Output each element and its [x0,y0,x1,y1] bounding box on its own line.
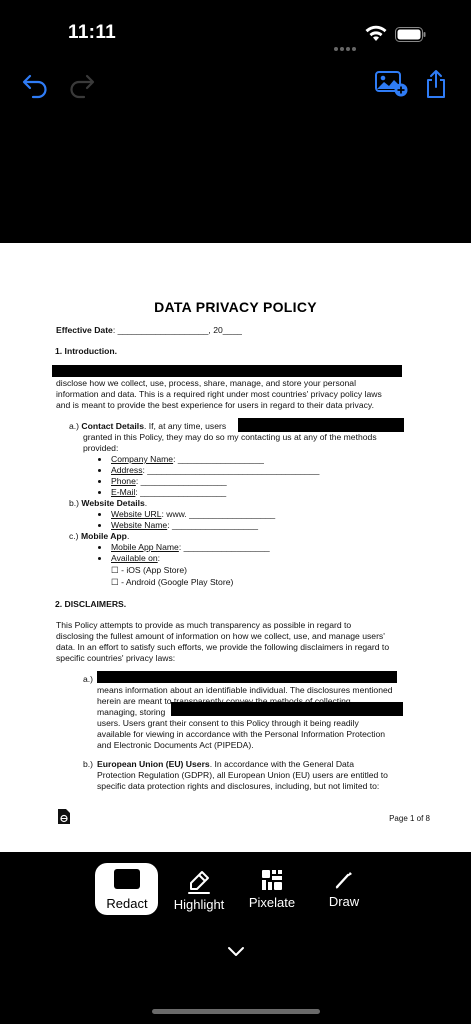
list-item: Mobile App Name: __________________ [111,542,270,552]
draw-tool-button[interactable]: Draw [312,864,376,916]
disclaimer-a-line: available for viewing in accordance with… [97,729,386,739]
cellular-signal-icon [334,38,358,51]
list-item: Website URL: www. __________________ [111,509,276,519]
share-icon[interactable] [424,68,448,100]
list-item: Website Name: __________________ [111,520,259,530]
wifi-icon [365,25,387,41]
highlighter-icon [188,871,210,894]
eu-users-line: specific data protection rights and disc… [97,781,380,791]
contact-details-text: provided: [83,443,119,453]
contact-details-line: a.) Contact Details. If, at any time, us… [69,421,227,431]
tool-label: Highlight [173,897,225,912]
document-logo-icon [58,809,70,824]
eu-users-line: Protection Regulation (GDPR), all Europe… [97,770,388,780]
redact-icon [114,869,140,889]
battery-icon [395,27,426,42]
store-option: ☐ - iOS (App Store) [111,565,187,575]
disclaimer-line: disclosing the fullest amount of informa… [56,631,385,641]
redact-tool-button[interactable]: Redact [95,864,159,916]
intro-line: and is meant to provide the best experie… [56,400,374,410]
list-item: Available on: [111,553,161,563]
document-title: DATA PRIVACY POLICY [154,299,317,315]
redaction-box[interactable] [238,418,404,432]
disclaimer-a-line: means information about an identifiable … [97,685,393,695]
list-item: Address: _______________________________… [111,465,320,475]
contact-details-text: granted in this Policy, they may do so m… [83,432,377,442]
highlight-tool-button[interactable]: Highlight [167,864,231,916]
list-prefix: a.) [83,674,94,684]
intro-line: information and data. This is a required… [56,389,382,399]
redo-icon[interactable] [66,70,96,100]
tool-label: Pixelate [248,895,296,910]
disclaimer-a-line: managing, storing [97,707,166,717]
list-item: Company Name: __________________ [111,454,264,464]
pixelate-tool-button[interactable]: Pixelate [240,864,304,916]
chevron-down-icon[interactable] [227,945,245,957]
status-time: 11:11 [68,22,116,43]
disclaimer-line: specific countries' privacy laws: [56,653,176,663]
redaction-box[interactable] [97,671,397,683]
undo-icon[interactable] [21,70,51,100]
website-details-line: b.) Website Details. [69,498,148,508]
disclaimer-a-line: users. Users grant their consent to this… [97,718,359,728]
intro-line: disclose how we collect, use, process, s… [56,378,356,388]
pen-icon [335,872,352,889]
tool-label: Redact [106,896,148,911]
list-prefix: b.) [83,759,94,769]
tool-label: Draw [328,894,360,909]
list-item: Phone: __________________ [111,476,227,486]
redaction-box[interactable] [171,702,403,716]
list-item: E-Mail: __________________ [111,487,227,497]
store-option: ☐ - Android (Google Play Store) [111,577,234,587]
effective-date: Effective Date: ___________________, 20_… [56,325,242,335]
pixelate-icon [262,870,282,890]
disclaimer-a-line: and Electronic Documents Act (PIPEDA). [97,740,254,750]
eu-users-line: European Union (EU) Users. In accordance… [97,759,354,769]
document-page: DATA PRIVACY POLICY Effective Date: ____… [0,243,471,852]
disclaimer-line: This Policy attempts to provide as much … [56,620,352,630]
mobile-app-line: c.) Mobile App. [69,531,130,541]
disclaimer-line: data. In an effort to satisfy such effor… [56,642,390,652]
redaction-box[interactable] [52,365,402,377]
section-disclaimers-heading: 2. DISCLAIMERS. [55,599,127,609]
home-indicator[interactable] [152,1009,320,1014]
section-introduction-heading: 1. Introduction. [55,346,118,356]
page-number: Page 1 of 8 [389,814,430,823]
add-image-icon[interactable] [375,70,409,98]
